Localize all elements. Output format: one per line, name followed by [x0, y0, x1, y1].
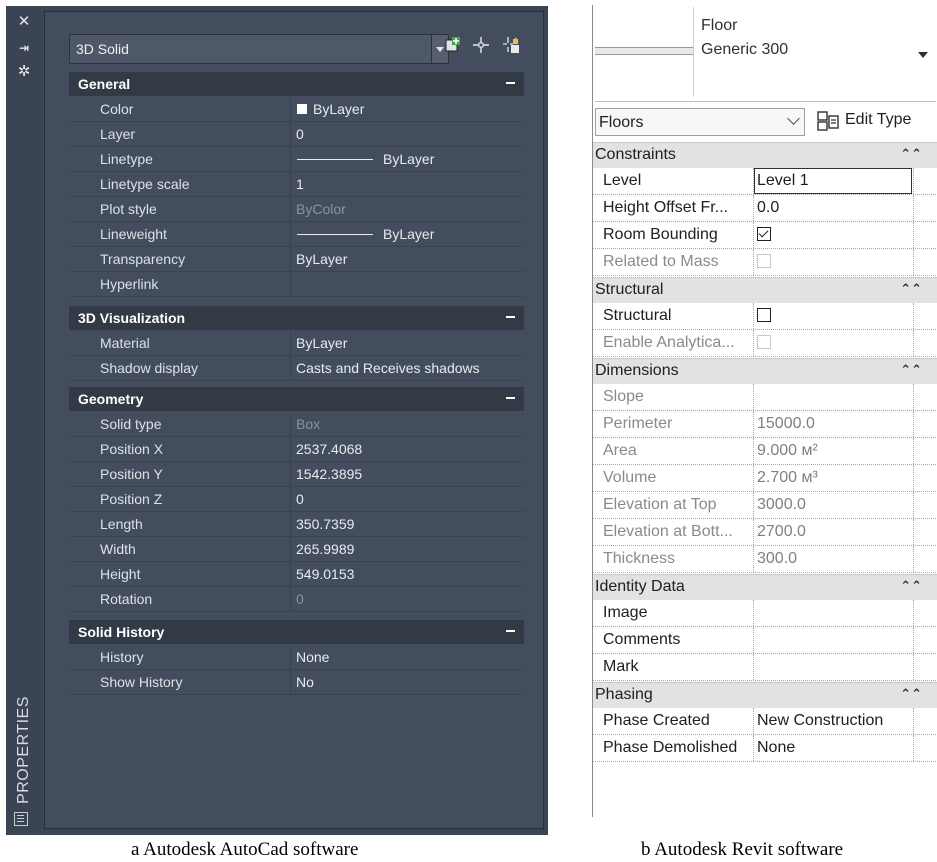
toggle-pickadd-icon[interactable] — [441, 36, 465, 60]
section-general[interactable]: General — [69, 72, 524, 96]
property-row[interactable]: Position Y 1542.3895 — [69, 462, 524, 487]
revit-properties-palette: Floor Generic 300 Floors Edit Type Const… — [592, 5, 937, 817]
property-row[interactable]: Height Offset Fr... 0.0 — [593, 195, 937, 222]
collapse-icon[interactable]: ⌃⌃ — [900, 281, 922, 297]
select-objects-icon[interactable] — [469, 36, 493, 60]
color-swatch — [297, 104, 307, 114]
lineweight-sample — [297, 234, 373, 235]
structural-checkbox[interactable] — [757, 308, 771, 322]
category-filter-dropdown[interactable]: Floors — [595, 108, 805, 136]
enable-analytical-checkbox — [757, 335, 771, 349]
palette-title: PROPERTIES — [15, 696, 32, 804]
palette-settings-icon[interactable]: ✲ — [15, 64, 33, 80]
property-row[interactable]: Material ByLayer — [69, 331, 524, 356]
caption-a: a Autodesk AutoCad software — [131, 839, 359, 860]
collapse-icon[interactable] — [506, 397, 515, 399]
property-row[interactable]: Position Z0 — [69, 487, 524, 512]
type-name: Generic 300 — [701, 41, 789, 58]
section-dimensions[interactable]: Dimensions ⌃⌃ — [593, 358, 937, 384]
property-row[interactable]: Room Bounding — [593, 222, 937, 249]
property-row[interactable]: Color ByLayer — [69, 97, 524, 122]
properties-panel-icon[interactable] — [14, 812, 28, 826]
chevron-down-icon — [787, 112, 800, 125]
property-row: Elevation at Top 3000.0 — [593, 492, 937, 519]
collapse-icon[interactable]: ⌃⌃ — [900, 146, 922, 162]
object-type-value: 3D Solid — [76, 41, 129, 57]
property-row[interactable]: Mark — [593, 654, 937, 681]
property-row[interactable]: Comments — [593, 627, 937, 654]
property-row[interactable]: Structural — [593, 303, 937, 330]
family-name: Floor — [701, 17, 738, 34]
property-row[interactable]: Level Level 1 — [593, 168, 937, 195]
autocad-properties-palette: ✕ ⇥ ✲ PROPERTIES 3D Solid General Color B… — [6, 6, 548, 835]
collapse-icon[interactable]: ⌃⌃ — [900, 578, 922, 594]
property-row[interactable]: Height 549.0153 — [69, 562, 524, 587]
close-icon[interactable]: ✕ — [15, 14, 33, 30]
related-to-mass-checkbox — [757, 254, 771, 268]
section-solid-history[interactable]: Solid History — [69, 620, 524, 644]
property-row[interactable]: Transparency ByLayer — [69, 247, 524, 272]
type-selector[interactable]: Floor Generic 300 — [595, 5, 936, 102]
collapse-icon[interactable]: ⌃⌃ — [900, 686, 922, 702]
object-type-dropdown[interactable]: 3D Solid — [69, 34, 449, 64]
property-row[interactable]: Show History No — [69, 670, 524, 695]
caption-b: b Autodesk Revit software — [641, 839, 844, 860]
property-row: Area 9.000 м² — [593, 438, 937, 465]
property-row[interactable]: History None — [69, 645, 524, 670]
property-row: Elevation at Bott... 2700.0 — [593, 519, 937, 546]
auto-hide-icon[interactable]: ⇥ — [15, 40, 33, 56]
collapse-icon[interactable] — [506, 82, 515, 84]
property-row[interactable]: Hyperlink — [69, 272, 524, 297]
property-row[interactable]: Lineweight ByLayer — [69, 222, 524, 247]
room-bounding-checkbox[interactable] — [757, 227, 771, 241]
property-row[interactable]: Shadow display Casts and Receives shadows — [69, 356, 524, 381]
property-row[interactable]: Length 350.7359 — [69, 512, 524, 537]
property-row: Related to Mass — [593, 249, 937, 276]
collapse-icon[interactable]: ⌃⌃ — [900, 362, 922, 378]
section-identity-data[interactable]: Identity Data ⌃⌃ — [593, 574, 937, 600]
edit-type-icon — [817, 111, 839, 131]
property-row[interactable]: Position X 2537.4068 — [69, 437, 524, 462]
property-row[interactable]: Phase Created New Construction — [593, 708, 937, 735]
property-row[interactable]: Solid type Box — [69, 412, 524, 437]
property-row[interactable]: Phase Demolished None — [593, 735, 937, 762]
property-row[interactable]: Rotation 0 — [69, 587, 524, 612]
collapse-icon[interactable] — [506, 630, 515, 632]
collapse-icon[interactable] — [506, 316, 515, 318]
section-3d-visualization[interactable]: 3D Visualization — [69, 306, 524, 330]
property-row[interactable]: Layer 0 — [69, 122, 524, 147]
property-row: Enable Analytica... — [593, 330, 937, 357]
property-row[interactable]: Linetype scale 1 — [69, 172, 524, 197]
section-constraints[interactable]: Constraints ⌃⌃ — [593, 142, 937, 168]
section-phasing[interactable]: Phasing ⌃⌃ — [593, 682, 937, 708]
level-input[interactable]: Level 1 — [754, 168, 912, 194]
linetype-sample — [297, 159, 373, 160]
section-structural[interactable]: Structural ⌃⌃ — [593, 277, 937, 303]
property-row[interactable]: Width 265.9989 — [69, 537, 524, 562]
palette-title-strip: ✕ ⇥ ✲ PROPERTIES — [6, 6, 42, 835]
property-row: Thickness 300.0 — [593, 546, 937, 573]
property-row[interactable]: Plot style ByColor — [69, 197, 524, 222]
property-row: Volume 2.700 м³ — [593, 465, 937, 492]
property-row: Perimeter 15000.0 — [593, 411, 937, 438]
type-preview-image — [595, 7, 694, 97]
properties-content: 3D Solid General Color ByLayer Layer 0 Lin… — [44, 11, 544, 829]
quick-select-icon[interactable] — [499, 36, 523, 60]
property-row[interactable]: Linetype ByLayer — [69, 147, 524, 172]
section-geometry[interactable]: Geometry — [69, 387, 524, 411]
property-row[interactable]: Image — [593, 600, 937, 627]
dropdown-arrow-icon[interactable] — [918, 52, 928, 58]
property-row: Slope — [593, 384, 937, 411]
